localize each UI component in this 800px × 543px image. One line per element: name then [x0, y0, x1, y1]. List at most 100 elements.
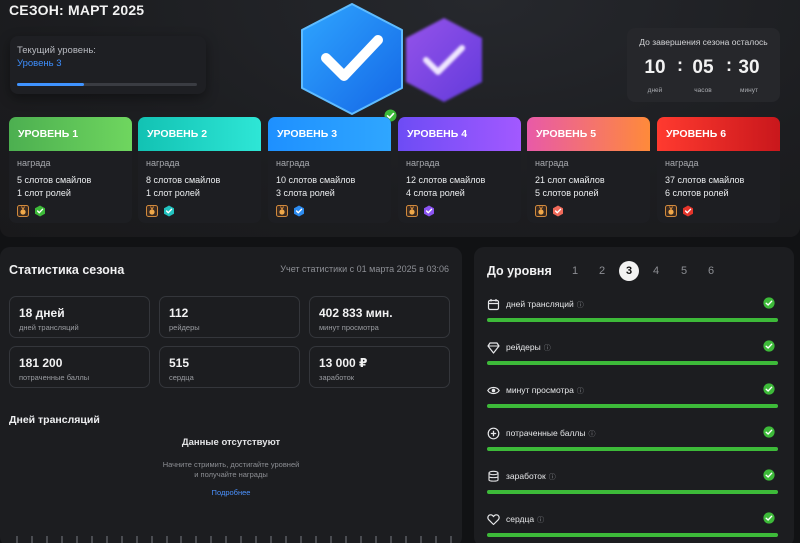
stat-card: 402 833 мин. минут просмотра: [309, 296, 450, 338]
medal-icon: [146, 205, 158, 217]
level-card[interactable]: УРОВЕНЬ 5 награда 21 слот смайлов 5 слот…: [527, 117, 650, 223]
stat-value: 402 833 мин.: [319, 306, 393, 320]
level-card-header: УРОВЕНЬ 2: [138, 117, 261, 151]
level-reward-label: награда: [406, 158, 440, 168]
level-reward-label: награда: [17, 158, 51, 168]
requirement-label: минут просмотра: [506, 385, 574, 395]
stat-card: 181 200 потраченные баллы: [9, 346, 150, 388]
empty-state-hint: Начните стримить, достигайте уровней: [162, 460, 300, 469]
requirement-row: минут просмотра ⓘ: [487, 383, 779, 410]
level-card-header: УРОВЕНЬ 3: [268, 117, 391, 151]
level-badge-icon: [683, 205, 693, 217]
countdown-label: До завершения сезона осталось: [639, 37, 768, 47]
level-4-hexagon-check-icon: [406, 18, 482, 102]
level-reward-label: награда: [146, 158, 180, 168]
empty-state-title: Данные отсутствуют: [181, 437, 281, 448]
requirement-progress-fill: [487, 404, 778, 408]
season-countdown: До завершения сезона осталось 10 : 05 : …: [627, 28, 780, 102]
requirement-label: дней трансляций: [506, 299, 574, 309]
heart-icon: [487, 514, 500, 526]
stat-card: 112 рейдеры: [159, 296, 300, 338]
level-reward-label: награда: [665, 158, 699, 168]
stat-card: 515 сердца: [159, 346, 300, 388]
requirement-name: сердца ⓘ: [506, 514, 544, 525]
goal-level-1[interactable]: 1: [565, 261, 585, 281]
requirement-row: рейдеры ⓘ: [487, 340, 779, 367]
level-reward-line: 5 слотов смайлов: [17, 175, 92, 185]
countdown-days: 10: [644, 57, 666, 78]
requirement-label: потраченные баллы: [506, 428, 586, 438]
more-link[interactable]: Подробнее: [0, 488, 462, 497]
level-reward-line: 6 слотов ролей: [665, 188, 729, 198]
level-card-header: УРОВЕНЬ 6: [657, 117, 780, 151]
info-icon[interactable]: ⓘ: [544, 345, 551, 352]
requirement-name: заработок ⓘ: [506, 471, 556, 482]
info-icon[interactable]: ⓘ: [549, 474, 556, 481]
medal-icon: [535, 205, 547, 217]
level-badge-icon: [35, 205, 45, 217]
medal-icon: [17, 205, 29, 217]
stat-label: сердца: [169, 373, 194, 382]
stats-title: Статистика сезона: [9, 263, 125, 277]
goal-level-3[interactable]: 3: [619, 261, 639, 281]
level-card[interactable]: УРОВЕНЬ 2 награда 8 слотов смайлов 1 сло…: [138, 117, 261, 223]
season-header-panel: СЕЗОН: МАРТ 2025 Текущий уровень: Уровен…: [0, 0, 800, 237]
info-icon[interactable]: ⓘ: [588, 431, 595, 438]
requirement-check-icon: [763, 512, 775, 524]
requirement-progress: [487, 490, 778, 494]
level-reward-line: 21 слот смайлов: [535, 175, 605, 185]
requirement-row: заработок ⓘ: [487, 469, 779, 496]
current-level-value[interactable]: Уровень 3: [17, 58, 62, 69]
info-icon[interactable]: ⓘ: [577, 388, 584, 395]
countdown-minutes: 30: [738, 57, 760, 78]
goal-level-5[interactable]: 5: [674, 261, 694, 281]
info-icon[interactable]: ⓘ: [537, 517, 544, 524]
requirement-progress-fill: [487, 447, 778, 451]
requirement-progress: [487, 447, 778, 451]
requirement-progress: [487, 404, 778, 408]
level-card-header: УРОВЕНЬ 1: [9, 117, 132, 151]
stat-label: минут просмотра: [319, 323, 379, 332]
requirement-check-icon: [763, 383, 775, 395]
current-level-label: Текущий уровень:: [17, 45, 96, 56]
stat-value: 112: [169, 306, 189, 320]
stat-card: 18 дней дней трансляций: [9, 296, 150, 338]
current-level-progress-fill: [17, 83, 84, 86]
more-link-label[interactable]: Подробнее: [212, 488, 251, 497]
level-card[interactable]: УРОВЕНЬ 1 награда 5 слотов смайлов 1 сло…: [9, 117, 132, 223]
medal-icon: [406, 205, 418, 217]
goal-level-2[interactable]: 2: [592, 261, 612, 281]
countdown-hours: 05: [692, 57, 714, 78]
level-reward-line: 37 слотов смайлов: [665, 175, 745, 185]
level-card[interactable]: УРОВЕНЬ 3 награда 10 слотов смайлов 3 сл…: [268, 117, 391, 223]
level-reward-label: награда: [535, 158, 569, 168]
level-reward-label: награда: [276, 158, 310, 168]
requirement-progress-fill: [487, 361, 778, 365]
requirement-progress-fill: [487, 533, 778, 537]
level-badge-icon: [294, 205, 304, 217]
countdown-hours-label: часов: [694, 87, 712, 94]
level-3-hexagon-check-icon: [301, 3, 403, 115]
requirement-label: заработок: [506, 471, 546, 481]
requirement-check-icon: [763, 340, 775, 352]
requirement-check-icon: [763, 469, 775, 481]
broadcast-days-title: Дней трансляций: [9, 414, 100, 426]
calendar-icon: [487, 299, 500, 311]
coins-icon: [488, 470, 499, 482]
level-card[interactable]: УРОВЕНЬ 4 награда 12 слотов смайлов 4 сл…: [398, 117, 521, 223]
medal-icon: [276, 205, 288, 217]
chart-axis-ticks: [16, 536, 452, 543]
level-card[interactable]: УРОВЕНЬ 6 награда 37 слотов смайлов 6 сл…: [657, 117, 780, 223]
requirement-name: потраченные баллы ⓘ: [506, 428, 595, 439]
level-reward-line: 4 слота ролей: [406, 188, 465, 198]
countdown-days-label: дней: [647, 87, 663, 94]
countdown-minutes-label: минут: [740, 87, 758, 94]
level-badge-icon: [164, 205, 174, 217]
requirement-check-icon: [763, 426, 775, 438]
diamond-icon: [487, 342, 500, 354]
goal-level-4[interactable]: 4: [646, 261, 666, 281]
points-icon: [487, 427, 500, 440]
level-card-header: УРОВЕНЬ 5: [527, 117, 650, 151]
goal-level-6[interactable]: 6: [701, 261, 721, 281]
info-icon[interactable]: ⓘ: [577, 302, 584, 309]
